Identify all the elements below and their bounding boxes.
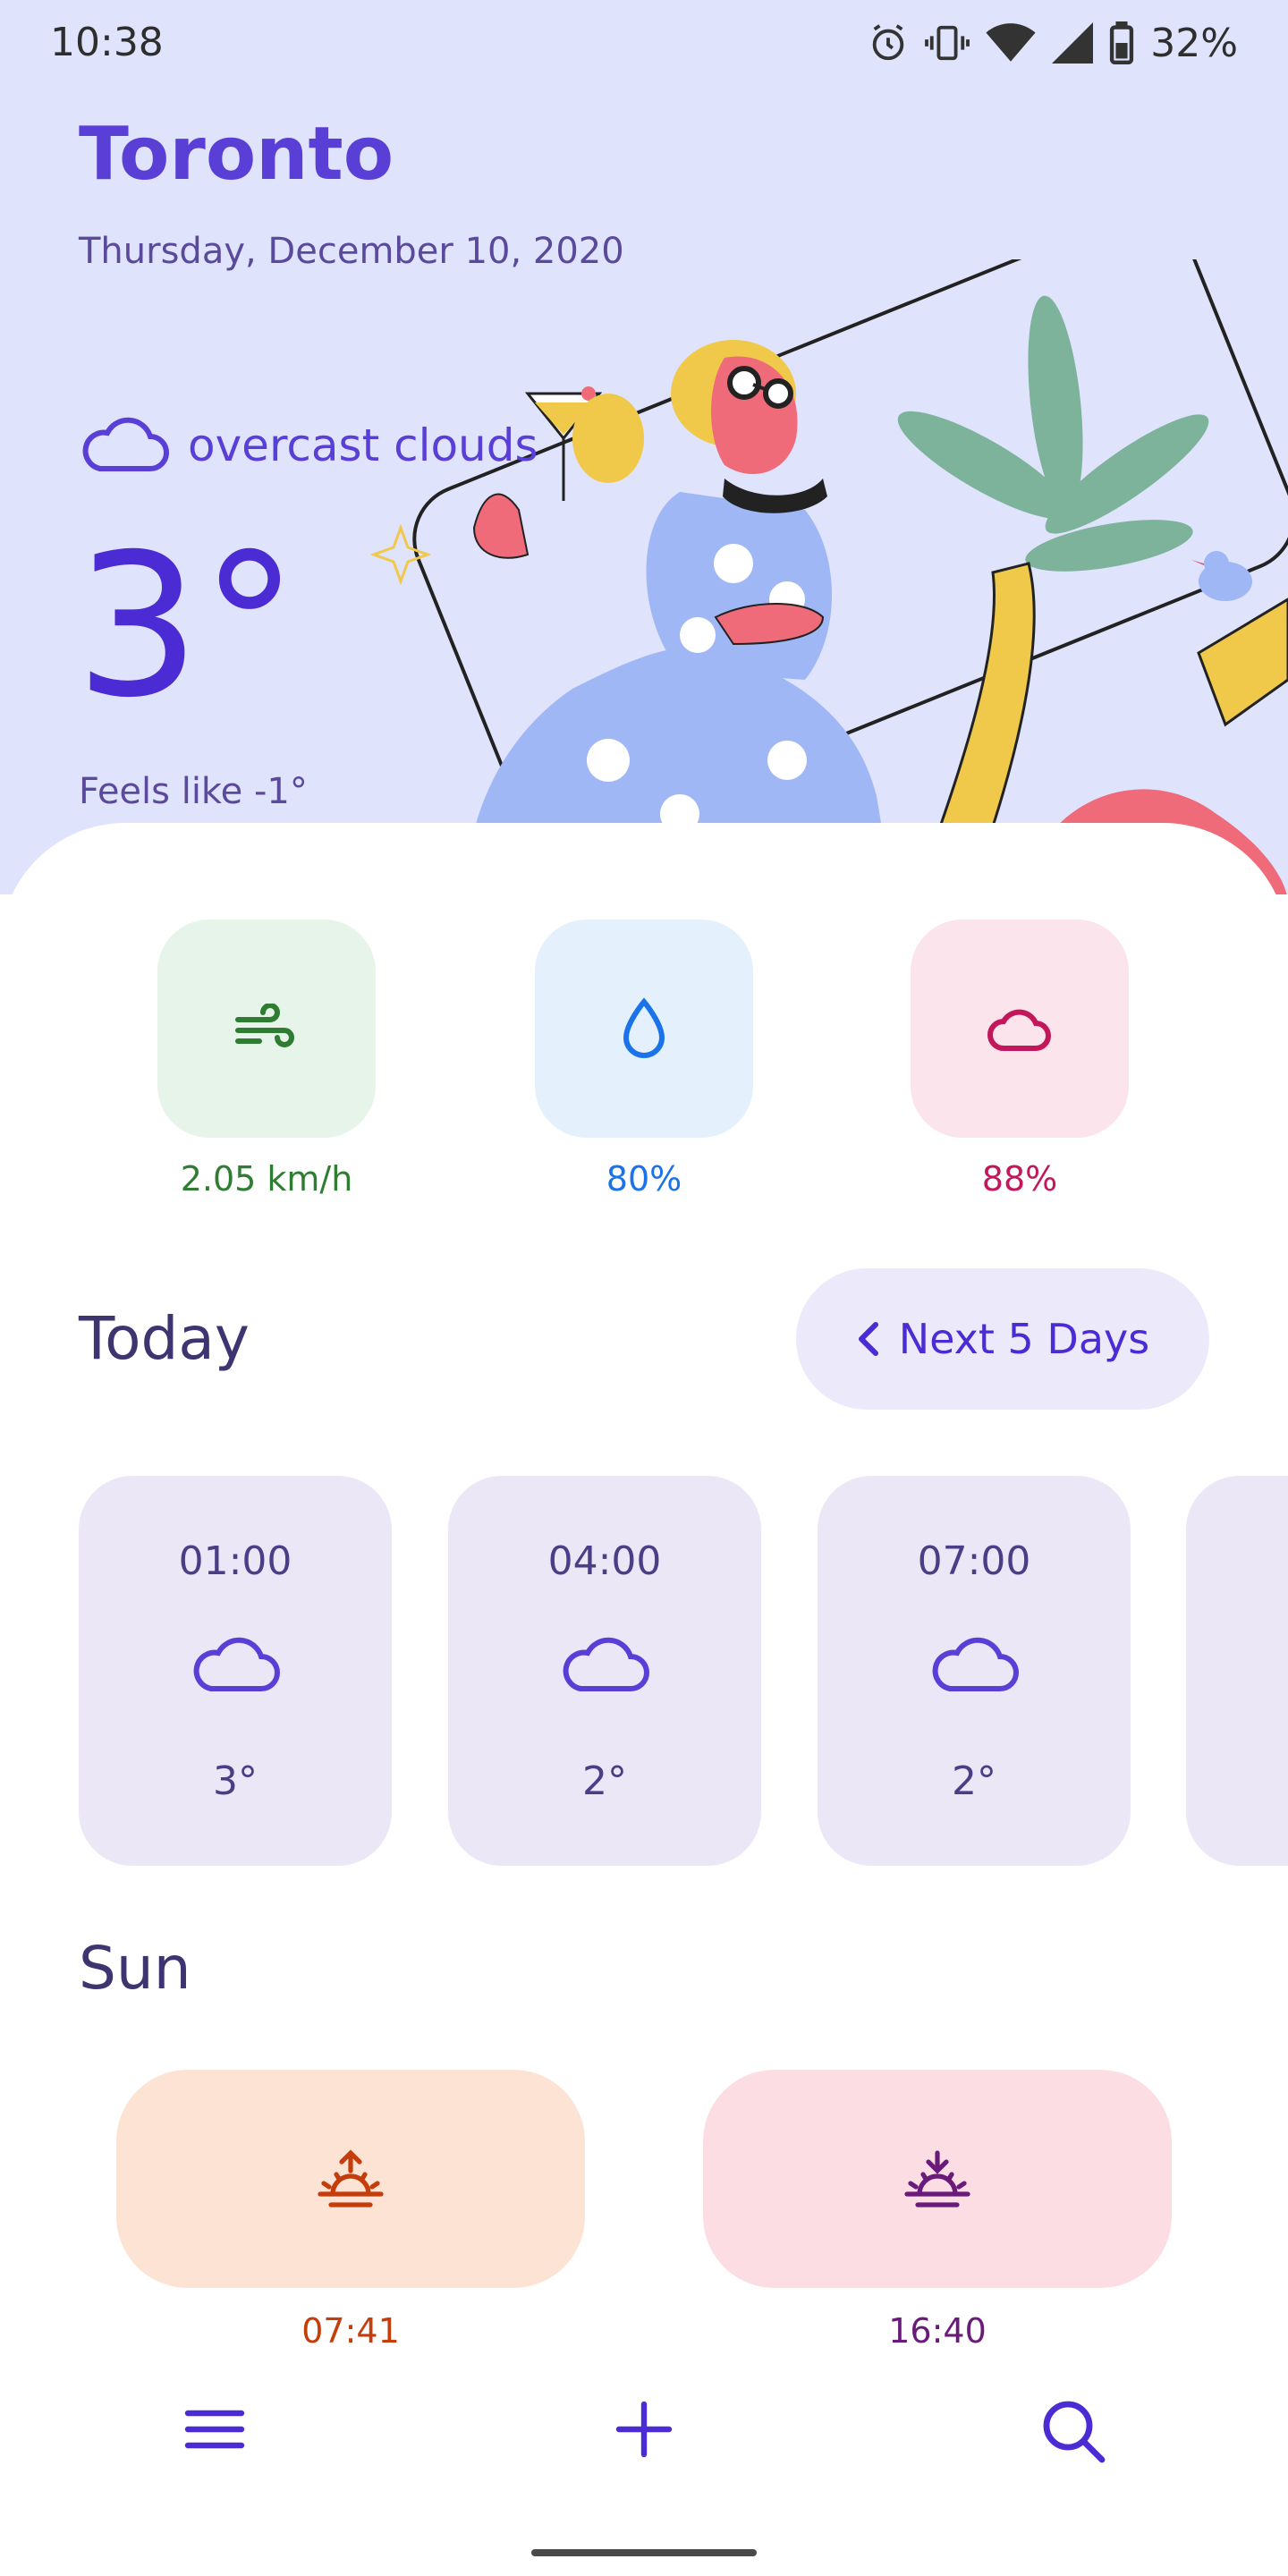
wind-icon [235, 1004, 294, 1047]
signal-icon [1052, 22, 1094, 64]
city-name: Toronto [79, 112, 394, 197]
humidity-drop-icon [623, 997, 665, 1058]
sunset-card[interactable] [703, 2070, 1172, 2288]
search-icon[interactable] [1039, 2397, 1107, 2465]
feels-like: Feels like -1° [79, 771, 308, 812]
status-bar: 10:38 32% [0, 0, 1288, 89]
hero-header: 10:38 32% Toronto Thursday, December 10,… [0, 0, 1288, 894]
hour-time: 04:00 [547, 1538, 662, 1584]
cloud-icon [82, 417, 169, 471]
hour-time: 07:00 [917, 1538, 1031, 1584]
condition-text: overcast clouds [188, 419, 538, 471]
condition-row: overcast clouds [79, 417, 538, 474]
next-5-days-button[interactable]: Next 5 Days [796, 1268, 1209, 1410]
battery-icon [1110, 21, 1134, 64]
alarm-icon [872, 24, 904, 61]
hour-card[interactable]: 07:00 2° [818, 1476, 1131, 1866]
current-date: Thursday, December 10, 2020 [79, 231, 624, 272]
hour-temperature: 2° [952, 1758, 996, 1804]
stripe-shape [1197, 597, 1288, 727]
add-icon[interactable] [612, 2397, 676, 2462]
hour-card-partial[interactable] [1186, 1476, 1288, 1866]
today-title: Today [79, 1304, 250, 1373]
wind-speed-value: 2.05 km/h [180, 1159, 353, 1199]
cloud-icon [563, 1637, 649, 1691]
cloudiness-card[interactable] [911, 919, 1129, 1138]
details-sheet: 2.05 km/h 80% 88% Today Next 5 Days 01:0… [0, 823, 1288, 2576]
current-temperature: 3° [75, 512, 299, 741]
sunset-time: 16:40 [888, 2311, 987, 2351]
bottom-nav [0, 2361, 1288, 2504]
wind-card[interactable] [157, 919, 376, 1138]
hour-time: 01:00 [178, 1538, 292, 1584]
next-5-days-label: Next 5 Days [898, 1315, 1150, 1363]
cloud-icon [932, 1637, 1019, 1691]
sparkle-icon [369, 523, 432, 586]
sun-title: Sun [79, 1934, 191, 2003]
sunrise-time: 07:41 [301, 2311, 400, 2351]
bird-shape [1191, 551, 1252, 601]
humidity-value: 80% [606, 1159, 682, 1199]
cloudiness-value: 88% [981, 1159, 1058, 1199]
battery-percent: 32% [1150, 20, 1238, 66]
home-indicator[interactable] [531, 2549, 757, 2556]
humidity-card[interactable] [535, 919, 753, 1138]
hour-card[interactable]: 01:00 3° [79, 1476, 392, 1866]
status-icons: 32% [868, 16, 1238, 70]
hero-illustration [369, 259, 1288, 894]
cloud-icon [193, 1637, 280, 1691]
sunrise-icon [318, 2149, 384, 2207]
chevron-left-icon [858, 1322, 878, 1356]
cloud-icon [987, 1009, 1051, 1051]
sunset-icon [904, 2150, 970, 2207]
wifi-icon [986, 23, 1036, 62]
hour-card[interactable]: 04:00 2° [448, 1476, 761, 1866]
vibrate-icon [925, 25, 970, 61]
menu-icon[interactable] [182, 2397, 247, 2462]
status-time: 10:38 [50, 20, 164, 65]
hour-temperature: 3° [213, 1758, 258, 1804]
hour-temperature: 2° [582, 1758, 627, 1804]
sunrise-card[interactable] [116, 2070, 585, 2288]
